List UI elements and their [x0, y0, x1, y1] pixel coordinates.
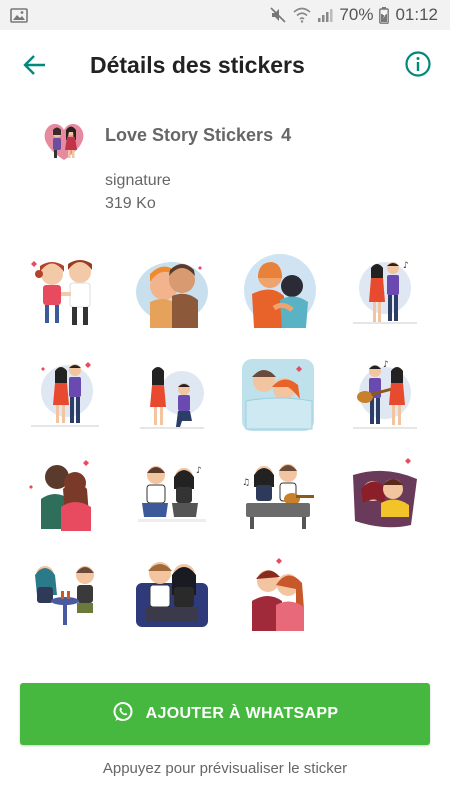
- sticker-couple-guitar-bench[interactable]: ♫: [238, 455, 318, 535]
- pack-tray-icon: [40, 118, 88, 164]
- sticker-couple-sitting-music[interactable]: ♪: [132, 455, 212, 535]
- status-bar: 70% 01:12: [0, 0, 450, 30]
- sticker-couple-kiss-cheek[interactable]: [238, 555, 318, 635]
- pack-info: Love Story Stickers 4 signature 319 Ko: [40, 118, 420, 228]
- gallery-icon: [10, 7, 28, 23]
- sticker-couple-hug-hearts[interactable]: [25, 455, 105, 535]
- pack-name: Love Story Stickers 4: [105, 125, 291, 146]
- sticker-couple-kiss-pillow[interactable]: [345, 455, 425, 535]
- mute-icon: [269, 6, 287, 24]
- preview-hint: Appuyez pour prévisualiser le sticker: [102, 760, 348, 777]
- add-button-label: AJOUTER À WHATSAPP: [145, 705, 339, 722]
- sticker-couple-holding-hands[interactable]: [25, 250, 105, 330]
- wifi-icon: [293, 7, 311, 23]
- svg-text:♪: ♪: [383, 360, 389, 370]
- add-to-whatsapp-button[interactable]: AJOUTER À WHATSAPP: [20, 683, 430, 745]
- pack-author: signature: [105, 172, 171, 189]
- pack-size: 319 Ko: [105, 195, 156, 212]
- sticker-couple-singing[interactable]: ♪: [345, 250, 425, 330]
- sticker-guitar-serenade[interactable]: ♪: [345, 355, 425, 435]
- battery-icon: [379, 6, 390, 24]
- battery-percent: 70%: [339, 5, 374, 24]
- clock: 01:12: [395, 5, 438, 24]
- info-button[interactable]: [404, 50, 434, 80]
- sticker-couple-heart-pose[interactable]: [25, 355, 105, 435]
- svg-text:♫: ♫: [242, 478, 250, 488]
- svg-text:♪: ♪: [196, 466, 202, 476]
- app-bar: Détails des stickers: [0, 30, 450, 102]
- sticker-couple-in-bed[interactable]: [238, 355, 318, 435]
- arrow-left-icon: [23, 55, 45, 75]
- sticker-couple-cheek-to-cheek[interactable]: [132, 250, 212, 330]
- sticker-couple-hug-back[interactable]: [238, 250, 318, 330]
- sticker-proposal-kneeling[interactable]: [132, 355, 212, 435]
- whatsapp-icon: [112, 701, 134, 728]
- back-button[interactable]: [20, 50, 50, 80]
- info-icon: [405, 51, 431, 77]
- signal-icon: [317, 7, 333, 23]
- sticker-couple-cafe-table[interactable]: [25, 555, 105, 635]
- page-title: Détails des stickers: [90, 52, 305, 78]
- pack-title: Love Story Stickers: [105, 125, 274, 145]
- svg-text:♪: ♪: [403, 261, 409, 271]
- pack-count: 4: [281, 125, 292, 145]
- sticker-couple-sofa[interactable]: [132, 555, 212, 635]
